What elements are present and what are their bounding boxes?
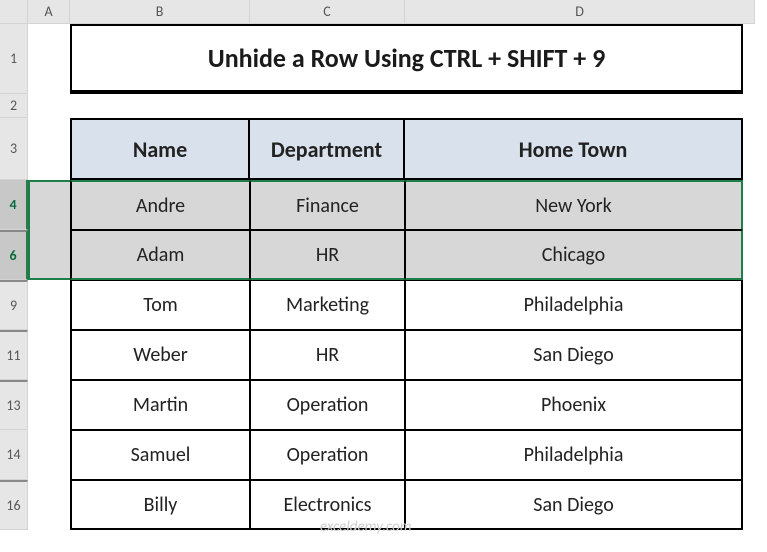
row-header-14[interactable]: 14 <box>0 430 28 480</box>
col-header-D[interactable]: D <box>405 0 755 24</box>
cell-home-2[interactable]: Philadelphia <box>405 280 743 330</box>
cell-dept-0[interactable]: Finance <box>250 180 405 230</box>
row-header-3[interactable]: 3 <box>0 118 28 180</box>
col-header-A[interactable]: A <box>28 0 70 24</box>
cell-D2[interactable] <box>405 94 755 118</box>
row-header-16[interactable]: 16 <box>0 480 28 530</box>
cell-A2[interactable] <box>28 94 70 118</box>
cell-A1[interactable] <box>28 24 70 94</box>
col-header-C[interactable]: C <box>250 0 405 24</box>
cell-home-6[interactable]: San Diego <box>405 480 743 530</box>
row-header-9[interactable]: 9 <box>0 280 28 330</box>
cell-dept-1[interactable]: HR <box>250 230 405 280</box>
cell-dept-5[interactable]: Operation <box>250 430 405 480</box>
col-header-B[interactable]: B <box>70 0 250 24</box>
cell-A9[interactable] <box>28 280 70 330</box>
cell-B2[interactable] <box>70 94 250 118</box>
cell-A11[interactable] <box>28 330 70 380</box>
cell-name-4[interactable]: Martin <box>70 380 250 430</box>
cell-home-3[interactable]: San Diego <box>405 330 743 380</box>
spreadsheet-grid: A B C D 1 Unhide a Row Using CTRL + SHIF… <box>0 0 767 530</box>
cell-home-4[interactable]: Phoenix <box>405 380 743 430</box>
page-title: Unhide a Row Using CTRL + SHIFT + 9 <box>70 24 743 94</box>
cell-dept-6[interactable]: Electronics <box>250 480 405 530</box>
cell-name-3[interactable]: Weber <box>70 330 250 380</box>
table-header-department[interactable]: Department <box>250 118 405 180</box>
row-header-13[interactable]: 13 <box>0 380 28 430</box>
table-header-name[interactable]: Name <box>70 118 250 180</box>
cell-A16[interactable] <box>28 480 70 530</box>
cell-name-5[interactable]: Samuel <box>70 430 250 480</box>
cell-name-2[interactable]: Tom <box>70 280 250 330</box>
cell-name-6[interactable]: Billy <box>70 480 250 530</box>
cell-A3[interactable] <box>28 118 70 180</box>
cell-name-1[interactable]: Adam <box>70 230 250 280</box>
row-header-6[interactable]: 6 <box>0 230 28 280</box>
cell-dept-4[interactable]: Operation <box>250 380 405 430</box>
cell-dept-2[interactable]: Marketing <box>250 280 405 330</box>
row-header-4[interactable]: 4 <box>0 180 28 230</box>
cell-home-1[interactable]: Chicago <box>405 230 743 280</box>
row-header-11[interactable]: 11 <box>0 330 28 380</box>
table-header-hometown[interactable]: Home Town <box>405 118 743 180</box>
cell-dept-3[interactable]: HR <box>250 330 405 380</box>
cell-A6[interactable] <box>28 230 70 280</box>
row-header-1[interactable]: 1 <box>0 24 28 94</box>
cell-home-0[interactable]: New York <box>405 180 743 230</box>
cell-name-0[interactable]: Andre <box>70 180 250 230</box>
select-all-corner[interactable] <box>0 0 28 24</box>
cell-C2[interactable] <box>250 94 405 118</box>
cell-A13[interactable] <box>28 380 70 430</box>
row-header-2[interactable]: 2 <box>0 94 28 118</box>
cell-home-5[interactable]: Philadelphia <box>405 430 743 480</box>
cell-A4[interactable] <box>28 180 70 230</box>
cell-A14[interactable] <box>28 430 70 480</box>
